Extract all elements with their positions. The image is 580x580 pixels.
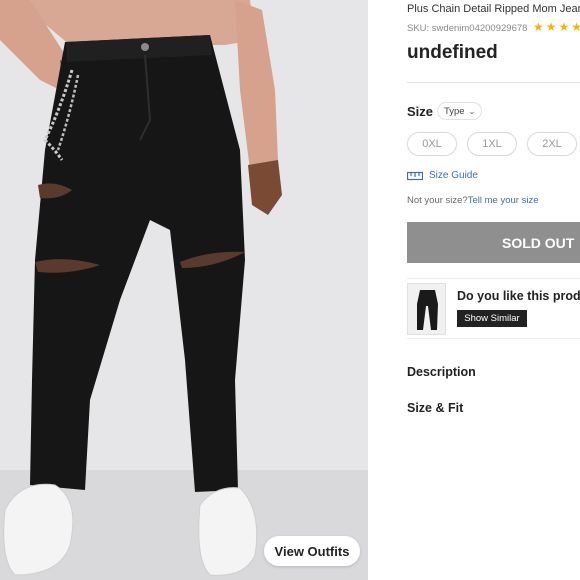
thumbnail-jeans-image [408,284,445,334]
sold-out-button[interactable]: SOLD OUT [407,222,580,263]
size-option-0xl[interactable]: 0XL [407,132,457,156]
product-title: Plus Chain Detail Ripped Mom Jean [407,3,580,15]
show-similar-button[interactable]: Show Similar [457,310,527,327]
not-your-size: Not your size?Tell me your size [407,195,538,206]
not-your-size-text: Not your size? [407,195,468,206]
size-option-1xl[interactable]: 1XL [467,132,517,156]
size-guide-label: Size Guide [429,170,478,181]
size-type-value: Type [444,105,465,117]
description-section-header[interactable]: Description [407,365,476,379]
size-option-2xl[interactable]: 2XL [527,132,577,156]
size-options: 0XL 1XL 2XL [407,132,577,156]
divider [407,82,580,83]
ruler-icon [407,171,423,180]
size-guide-link[interactable]: Size Guide [407,170,478,181]
size-label: Size [407,104,434,119]
product-details: Plus Chain Detail Ripped Mom Jean SKU: s… [407,0,580,580]
tell-me-your-size-link[interactable]: Tell me your size [468,195,539,206]
size-fit-section-header[interactable]: Size & Fit [407,401,463,415]
product-sku: SKU: swdenim04200929678 [407,23,528,34]
product-photo-illustration [0,0,368,580]
size-type-select[interactable]: Type ⌄ [437,102,483,120]
chevron-down-icon: ⌄ [468,106,476,116]
similar-question: Do you like this prod [457,289,580,303]
view-outfits-button[interactable]: View Outfits [264,536,360,566]
product-image[interactable]: View Outfits [0,0,368,580]
rating-stars[interactable]: ★★★★ [533,20,580,34]
product-price: undefined [407,42,498,63]
similar-product-thumbnail[interactable] [407,283,446,335]
